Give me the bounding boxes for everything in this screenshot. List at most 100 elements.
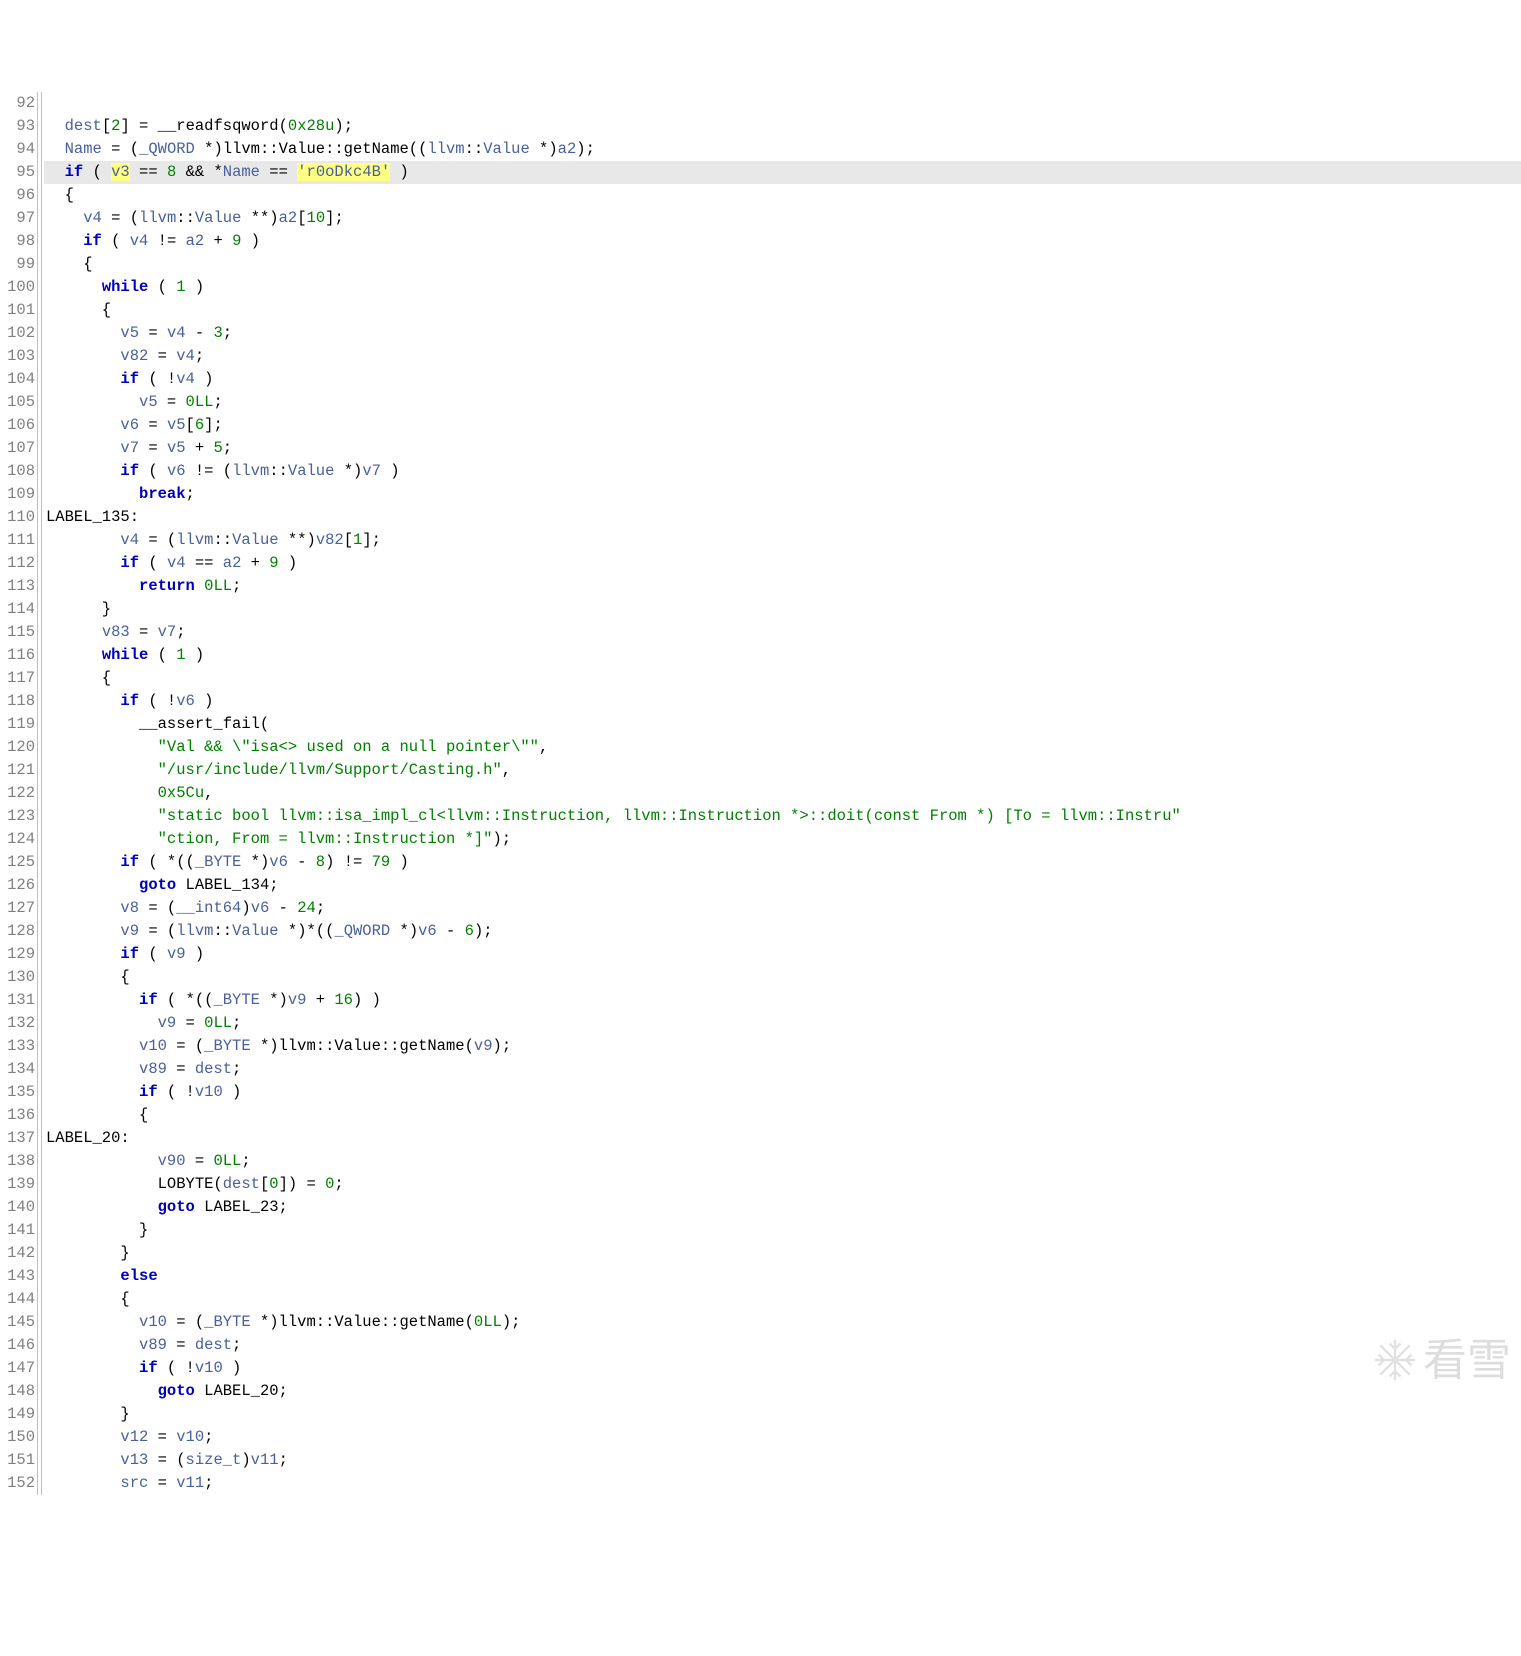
code-line[interactable]: }: [44, 1242, 1521, 1265]
token: [46, 232, 83, 250]
code-line[interactable]: v9 = (llvm::Value *)*((_QWORD *)v6 - 6);: [44, 920, 1521, 943]
code-line[interactable]: src = v11;: [44, 1472, 1521, 1495]
token: v82: [316, 531, 344, 549]
token: [46, 485, 139, 503]
code-line[interactable]: goto LABEL_23;: [44, 1196, 1521, 1219]
code-line[interactable]: v90 = 0LL;: [44, 1150, 1521, 1173]
code-line[interactable]: if ( v9 ): [44, 943, 1521, 966]
line-number: 109: [0, 483, 35, 506]
code-line[interactable]: else: [44, 1265, 1521, 1288]
code-line[interactable]: __assert_fail(: [44, 713, 1521, 736]
code-line[interactable]: v5 = 0LL;: [44, 391, 1521, 414]
code-line[interactable]: v8 = (__int64)v6 - 24;: [44, 897, 1521, 920]
code-line[interactable]: LABEL_20:: [44, 1127, 1521, 1150]
code-line[interactable]: [44, 92, 1521, 115]
code-line[interactable]: 0x5Cu,: [44, 782, 1521, 805]
code-line[interactable]: {: [44, 253, 1521, 276]
code-line[interactable]: break;: [44, 483, 1521, 506]
code-line[interactable]: {: [44, 184, 1521, 207]
code-line[interactable]: dest[2] = __readfsqword(0x28u);: [44, 115, 1521, 138]
token: [: [186, 416, 195, 434]
code-line[interactable]: v4 = (llvm::Value **)v82[1];: [44, 529, 1521, 552]
code-editor[interactable]: 9293949596979899100101102103104105106107…: [0, 92, 1521, 1495]
token: ,: [502, 761, 511, 779]
line-number: 122: [0, 782, 35, 805]
token: v5: [139, 393, 158, 411]
code-line[interactable]: v7 = v5 + 5;: [44, 437, 1521, 460]
token: 8: [316, 853, 325, 871]
code-line[interactable]: {: [44, 1288, 1521, 1311]
code-line[interactable]: v9 = 0LL;: [44, 1012, 1521, 1035]
code-line[interactable]: LABEL_135:: [44, 506, 1521, 529]
token: dest: [65, 117, 102, 135]
code-line[interactable]: if ( !v6 ): [44, 690, 1521, 713]
token: [46, 853, 120, 871]
code-line[interactable]: if ( v4 != a2 + 9 ): [44, 230, 1521, 253]
token: ;: [316, 899, 325, 917]
code-line[interactable]: if ( v4 == a2 + 9 ): [44, 552, 1521, 575]
code-line[interactable]: v6 = v5[6];: [44, 414, 1521, 437]
code-line[interactable]: goto LABEL_134;: [44, 874, 1521, 897]
code-line[interactable]: "static bool llvm::isa_impl_cl<llvm::Ins…: [44, 805, 1521, 828]
code-line[interactable]: v13 = (size_t)v11;: [44, 1449, 1521, 1472]
code-line[interactable]: v5 = v4 - 3;: [44, 322, 1521, 345]
code-line[interactable]: v82 = v4;: [44, 345, 1521, 368]
token: );: [474, 922, 493, 940]
code-line[interactable]: v4 = (llvm::Value **)a2[10];: [44, 207, 1521, 230]
token: (: [102, 232, 130, 250]
code-line[interactable]: LOBYTE(dest[0]) = 0;: [44, 1173, 1521, 1196]
token: Value: [232, 531, 279, 549]
code-line[interactable]: if ( v6 != (llvm::Value *)v7 ): [44, 460, 1521, 483]
code-line[interactable]: v89 = dest;: [44, 1058, 1521, 1081]
token: ::: [269, 462, 288, 480]
code-line[interactable]: {: [44, 299, 1521, 322]
code-line[interactable]: v83 = v7;: [44, 621, 1521, 644]
code-line[interactable]: goto LABEL_20;: [44, 1380, 1521, 1403]
code-line[interactable]: v10 = (_BYTE *)llvm::Value::getName(v9);: [44, 1035, 1521, 1058]
token: +: [204, 232, 232, 250]
token: size_t: [186, 1451, 242, 1469]
token: ] = __readfsqword(: [120, 117, 287, 135]
code-line[interactable]: if ( *((_BYTE *)v9 + 16) ): [44, 989, 1521, 1012]
code-area[interactable]: dest[2] = __readfsqword(0x28u); Name = (…: [42, 92, 1521, 1495]
token: ( !: [158, 1359, 195, 1377]
code-line[interactable]: }: [44, 1403, 1521, 1426]
code-line[interactable]: return 0LL;: [44, 575, 1521, 598]
code-line[interactable]: while ( 1 ): [44, 276, 1521, 299]
code-line[interactable]: v89 = dest;: [44, 1334, 1521, 1357]
code-line[interactable]: }: [44, 598, 1521, 621]
token: );: [502, 1313, 521, 1331]
token: ;: [241, 1152, 250, 1170]
code-line[interactable]: "/usr/include/llvm/Support/Casting.h",: [44, 759, 1521, 782]
code-line[interactable]: while ( 1 ): [44, 644, 1521, 667]
code-line[interactable]: v12 = v10;: [44, 1426, 1521, 1449]
token: =: [139, 439, 167, 457]
token: [46, 876, 139, 894]
code-line[interactable]: "ction, From = llvm::Instruction *]");: [44, 828, 1521, 851]
code-line[interactable]: if ( !v10 ): [44, 1357, 1521, 1380]
token: [46, 1474, 120, 1492]
code-line[interactable]: if ( !v10 ): [44, 1081, 1521, 1104]
token: [46, 1428, 120, 1446]
token: else: [120, 1267, 157, 1285]
code-line[interactable]: v10 = (_BYTE *)llvm::Value::getName(0LL)…: [44, 1311, 1521, 1334]
token: ;: [204, 1428, 213, 1446]
token: =: [176, 1014, 204, 1032]
token: [46, 1037, 139, 1055]
line-number: 125: [0, 851, 35, 874]
code-line[interactable]: }: [44, 1219, 1521, 1242]
code-line[interactable]: {: [44, 1104, 1521, 1127]
code-line[interactable]: {: [44, 966, 1521, 989]
code-line[interactable]: if ( v3 == 8 && *Name == 'r0oDkc4B' ): [44, 161, 1521, 184]
code-line[interactable]: if ( *((_BYTE *)v6 - 8) != 79 ): [44, 851, 1521, 874]
token: [46, 1382, 158, 1400]
token: +: [241, 554, 269, 572]
token: [46, 1014, 158, 1032]
token: break: [139, 485, 186, 503]
code-line[interactable]: {: [44, 667, 1521, 690]
token: ::: [176, 209, 195, 227]
token: [: [297, 209, 306, 227]
code-line[interactable]: Name = (_QWORD *)llvm::Value::getName((l…: [44, 138, 1521, 161]
code-line[interactable]: "Val && \"isa<> used on a null pointer\"…: [44, 736, 1521, 759]
code-line[interactable]: if ( !v4 ): [44, 368, 1521, 391]
